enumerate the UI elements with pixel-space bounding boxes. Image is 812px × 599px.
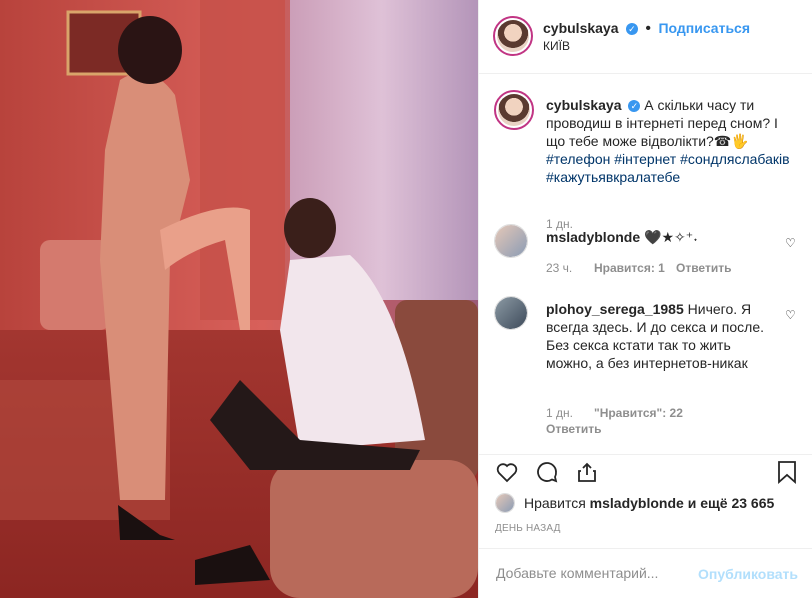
comment-text-block: plohoy_serega_1985 Ничего. Я всегда здес… [546, 300, 769, 372]
verified-badge-icon: ✓ [628, 100, 641, 112]
like-heart-icon[interactable] [495, 460, 519, 484]
bookmark-icon[interactable] [776, 460, 798, 484]
caption-text-block: cybulskaya ✓ А скільки часу ти проводиш … [546, 96, 797, 186]
commenter-username[interactable]: plohoy_serega_1985 [546, 301, 684, 317]
comment-time[interactable]: 1 дн. [546, 406, 573, 420]
commenter-username[interactable]: msladyblonde [546, 229, 640, 245]
reply-button[interactable]: Ответить [676, 261, 731, 275]
comment-time[interactable]: 23 ч. [546, 261, 572, 275]
commenter-avatar[interactable] [494, 296, 528, 330]
verified-badge-icon: ✓ [625, 23, 638, 35]
author-username[interactable]: cybulskaya [543, 20, 619, 36]
comments-list[interactable]: cybulskaya ✓ А скільки часу ти проводиш … [479, 74, 812, 454]
comment-item: msladyblonde 🖤★✧⁺˖ ♡ 23 ч. Нравится: 1 О… [494, 224, 797, 284]
comment-text: 🖤★✧⁺˖ [644, 229, 698, 245]
caption-avatar[interactable] [494, 90, 534, 130]
post-timestamp[interactable]: ДЕНЬ НАЗАД [495, 523, 561, 534]
post-photo[interactable] [0, 0, 478, 598]
follow-button[interactable]: Подписаться [658, 20, 750, 36]
reply-button[interactable]: Ответить [546, 422, 601, 436]
post-header: cybulskaya ✓ • Подписаться КИЇВ [479, 0, 812, 74]
liker-avatar[interactable] [495, 493, 515, 513]
like-comment-heart-icon[interactable]: ♡ [785, 236, 797, 250]
comment-likes[interactable]: Нравится: 1 [594, 261, 665, 275]
likes-prefix: Нравится [524, 495, 586, 511]
separator-dot: • [645, 20, 652, 37]
hashtag[interactable]: #сондляслабаків [680, 151, 790, 167]
add-comment-bar: Опубликовать [479, 548, 812, 599]
hashtag[interactable]: #кажутьявкралатебе [546, 169, 680, 185]
comment-bubble-icon[interactable] [535, 460, 559, 484]
comment-text-block: msladyblonde 🖤★✧⁺˖ [546, 228, 769, 246]
instagram-post-view: cybulskaya ✓ • Подписаться КИЇВ cybulska… [0, 0, 812, 598]
likes-summary: Нравится msladyblonde и ещё 23 665 [524, 495, 774, 511]
comment-item: plohoy_serega_1985 Ничего. Я всегда здес… [494, 296, 797, 446]
like-comment-heart-icon[interactable]: ♡ [785, 308, 797, 322]
publish-button[interactable]: Опубликовать [698, 566, 798, 582]
post-side-panel: cybulskaya ✓ • Подписаться КИЇВ cybulska… [478, 0, 812, 598]
comment-likes[interactable]: "Нравится": 22 [594, 406, 683, 420]
post-location[interactable]: КИЇВ [543, 39, 570, 53]
liker-username[interactable]: msladyblonde [590, 495, 684, 511]
likes-count[interactable]: и ещё 23 665 [688, 495, 775, 511]
hashtag[interactable]: #телефон [546, 151, 610, 167]
comment-input[interactable] [494, 564, 718, 582]
hashtag[interactable]: #інтернет [614, 151, 676, 167]
share-icon[interactable] [575, 460, 599, 484]
commenter-avatar[interactable] [494, 224, 528, 258]
post-actions: Нравится msladyblonde и ещё 23 665 ДЕНЬ … [479, 454, 812, 549]
caption-username[interactable]: cybulskaya [546, 97, 622, 113]
photo-illustration [0, 0, 478, 598]
caption: cybulskaya ✓ А скільки часу ти проводиш … [494, 90, 797, 231]
author-avatar[interactable] [493, 16, 533, 56]
